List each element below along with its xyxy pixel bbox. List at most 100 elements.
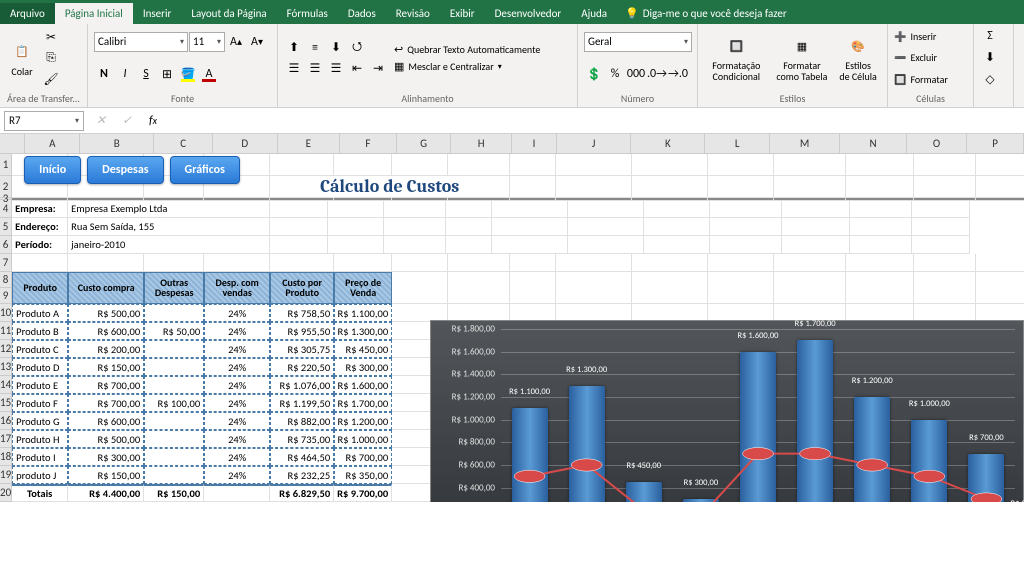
cell[interactable] [270,200,328,218]
column-header[interactable]: N [840,134,906,153]
cell[interactable] [144,466,204,484]
cell[interactable] [710,236,782,254]
tab-layout[interactable]: Layout da Página [181,3,276,24]
cell[interactable]: R$ 600,00 [68,412,144,430]
cell[interactable]: 24% [204,394,270,412]
cell[interactable] [976,272,1024,304]
column-header[interactable]: O [907,134,968,153]
cell[interactable]: R$ 1.600,00 [334,376,392,394]
cell[interactable]: 24% [204,304,270,322]
cell[interactable] [68,254,144,272]
increase-decimal-button[interactable]: .0→ [647,64,667,84]
row-header[interactable]: 19 [0,466,12,484]
column-header[interactable]: L [705,134,769,153]
cell[interactable]: Produto A [12,304,68,322]
align-top-button[interactable]: ⬆ [284,38,304,58]
row-header[interactable]: 9 [0,288,12,304]
cell[interactable] [448,254,510,272]
cell[interactable]: R$ 600,00 [68,322,144,340]
column-header[interactable]: H [451,134,512,153]
cell[interactable]: Produto B [12,322,68,340]
cell[interactable] [446,200,492,218]
cell[interactable]: R$ 300,00 [68,448,144,466]
column-header[interactable]: A [25,134,80,153]
column-header[interactable]: M [770,134,840,153]
cell[interactable]: R$ 305,75 [270,340,334,358]
cell[interactable]: R$ 450,00 [334,340,392,358]
cell[interactable] [850,236,912,254]
cell[interactable]: R$ 1.076,00 [270,376,334,394]
comma-button[interactable]: 000 [626,64,646,84]
row-header[interactable]: 11 [0,322,12,340]
italic-button[interactable]: I [115,64,135,84]
cell[interactable] [556,254,632,272]
cell[interactable]: 24% [204,376,270,394]
cell[interactable]: R$ 700,00 [68,394,144,412]
fill-color-button[interactable]: 🪣 [178,64,198,84]
cell[interactable] [774,254,846,272]
cell[interactable] [204,484,270,502]
cell[interactable] [328,200,384,218]
cell[interactable] [914,272,976,304]
tab-file[interactable]: Arquivo [0,3,55,24]
cell[interactable] [392,254,448,272]
cell[interactable]: R$ 150,00 [68,466,144,484]
cell[interactable]: 24% [204,448,270,466]
copy-button[interactable]: ⎘ [41,48,61,68]
format-painter-button[interactable]: 🖌 [41,69,61,89]
cell[interactable] [144,358,204,376]
cell[interactable] [976,176,1024,198]
cell[interactable]: R$ 500,00 [68,430,144,448]
tab-data[interactable]: Dados [338,3,386,24]
align-right-button[interactable]: ☰ [326,59,346,79]
cell[interactable]: R$ 758,50 [270,304,334,322]
cell[interactable]: R$ 882,00 [270,412,334,430]
fill-button[interactable]: ⬇ [980,48,1000,68]
align-center-button[interactable]: ☰ [305,59,325,79]
number-format-combo[interactable]: Geral▾ [584,32,692,52]
paste-button[interactable]: 📋 Colar [6,38,38,79]
format-cells-button[interactable]: 🔲Formatar [894,73,967,86]
inicio-button[interactable]: Início [24,156,81,184]
cell[interactable]: R$ 700,00 [334,448,392,466]
cell[interactable] [144,448,204,466]
cell[interactable] [708,254,774,272]
cell[interactable] [144,430,204,448]
confirm-formula-button[interactable]: ✓ [116,110,138,132]
cell[interactable] [850,200,912,218]
border-button[interactable]: ⊞ [157,64,177,84]
cell[interactable] [556,176,632,198]
increase-font-button[interactable]: A▴ [226,32,246,52]
cell[interactable] [384,218,446,236]
cell[interactable] [644,236,710,254]
cell[interactable] [492,236,568,254]
autosum-button[interactable]: Σ [980,26,1000,46]
cell[interactable] [976,154,1024,176]
clear-button[interactable]: ◇ [980,70,1000,90]
cell[interactable]: R$ 100,00 [144,394,204,412]
row-header[interactable]: 8 [0,272,12,288]
cell[interactable] [144,254,204,272]
cell[interactable] [144,412,204,430]
tab-developer[interactable]: Desenvolvedor [485,3,572,24]
wrap-text-button[interactable]: ↩ Quebrar Texto Automaticamente [394,43,540,56]
cell[interactable] [568,200,644,218]
tab-review[interactable]: Revisão [386,3,440,24]
cell[interactable]: Rua Sem Saída, 155 [68,218,270,236]
row-header[interactable]: 6 [0,236,12,254]
cell[interactable]: R$ 200,00 [68,340,144,358]
row-header[interactable]: 13 [0,358,12,376]
cell[interactable] [912,236,970,254]
cell[interactable]: 24% [204,340,270,358]
row-header[interactable]: 14 [0,376,12,394]
cell[interactable] [708,272,774,304]
cell[interactable] [328,236,384,254]
cell[interactable] [846,154,914,176]
cell[interactable]: Outras Despesas [144,272,204,304]
name-box[interactable]: R7 ▾ [4,111,84,131]
column-header[interactable]: B [80,134,154,153]
cell[interactable] [510,272,556,304]
cell[interactable]: R$ 150,00 [144,484,204,502]
cell[interactable] [334,154,392,176]
column-header[interactable]: C [154,134,213,153]
